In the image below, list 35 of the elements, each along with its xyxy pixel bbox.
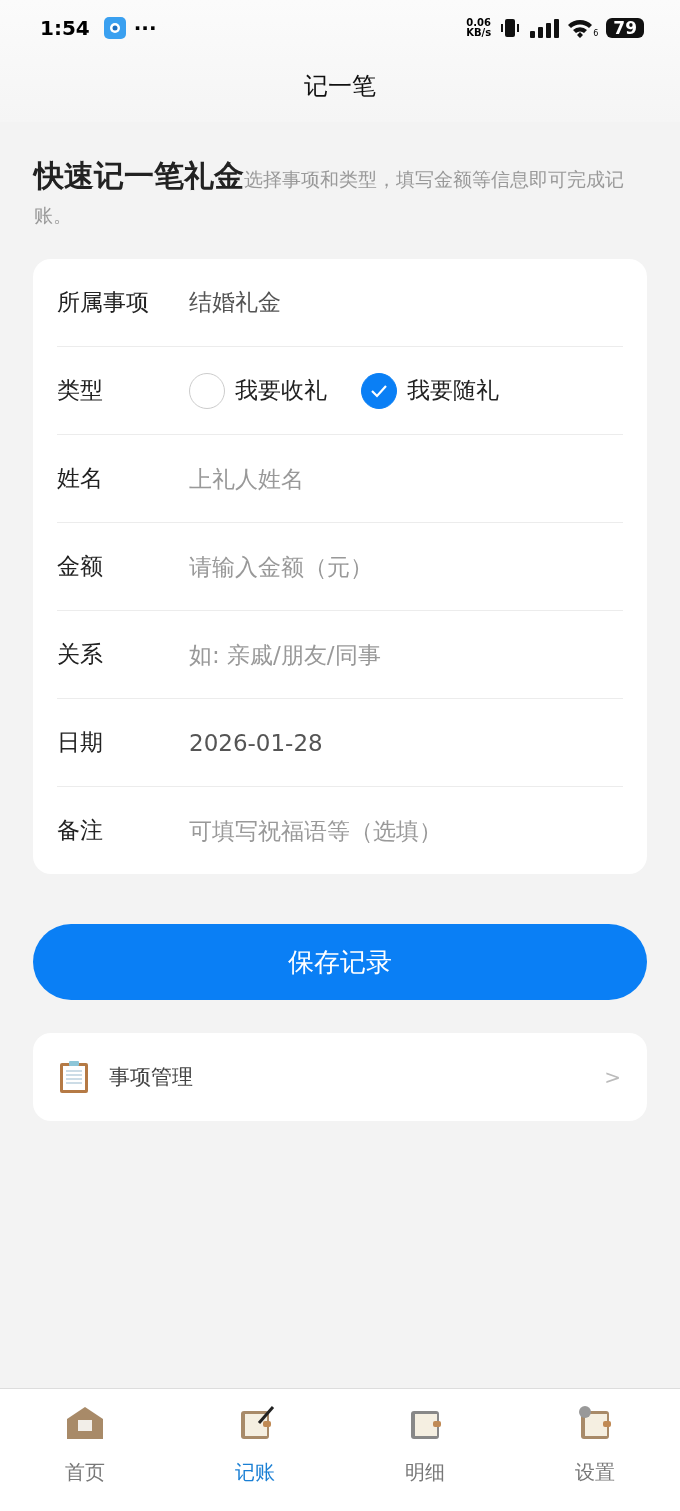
manage-label: 事项管理 bbox=[109, 1064, 194, 1091]
field-value[interactable]: 2026-01-28 bbox=[189, 729, 323, 756]
field-label: 关系 bbox=[57, 640, 104, 669]
network-speed: 0.06 KB/s bbox=[466, 18, 492, 38]
radio-button[interactable] bbox=[361, 372, 397, 409]
field-label: 备注 bbox=[57, 816, 104, 845]
more-indicator: ··· bbox=[133, 16, 157, 40]
field-value[interactable]: 结婚礼金 bbox=[189, 287, 281, 318]
field-label: 日期 bbox=[57, 728, 104, 757]
page-title: 记一笔 bbox=[303, 71, 377, 102]
status-time: 1:54 bbox=[40, 16, 90, 40]
tab-item[interactable]: 明细 bbox=[340, 1389, 510, 1511]
tab-item[interactable]: 设置 bbox=[510, 1389, 680, 1511]
field-label: 类型 bbox=[57, 376, 104, 405]
field-label: 金额 bbox=[57, 552, 104, 581]
field-label: 所属事项 bbox=[57, 288, 150, 317]
tab-item[interactable]: 首页 bbox=[0, 1389, 170, 1511]
vibrate-icon bbox=[499, 17, 522, 39]
input-field[interactable]: 如: 亲戚/朋友/同事 bbox=[189, 641, 623, 668]
field-label: 姓名 bbox=[57, 464, 104, 493]
battery-indicator: 79 bbox=[606, 18, 644, 38]
input-field[interactable]: 请输入金额（元） bbox=[189, 553, 623, 580]
signal-icon bbox=[529, 18, 560, 38]
tab-item[interactable]: 记账 bbox=[170, 1389, 340, 1511]
input-field[interactable]: 上礼人姓名 bbox=[189, 465, 623, 492]
radio-label[interactable]: 我要收礼 bbox=[235, 375, 327, 406]
intro-text: 快速记一笔礼金选择事项和类型，填写金额等信息即可完成记账。 bbox=[34, 158, 625, 228]
save-button[interactable]: 保存记录 bbox=[33, 924, 647, 1000]
manage-item[interactable]: 事项管理 > bbox=[33, 1033, 647, 1121]
chevron: > bbox=[604, 1065, 621, 1089]
check-icon bbox=[370, 383, 388, 398]
radio-label[interactable]: 我要随礼 bbox=[407, 375, 499, 406]
input-field[interactable]: 可填写祝福语等（选填） bbox=[189, 817, 623, 844]
clipboard-icon bbox=[59, 1060, 89, 1094]
app-icon bbox=[103, 17, 126, 39]
